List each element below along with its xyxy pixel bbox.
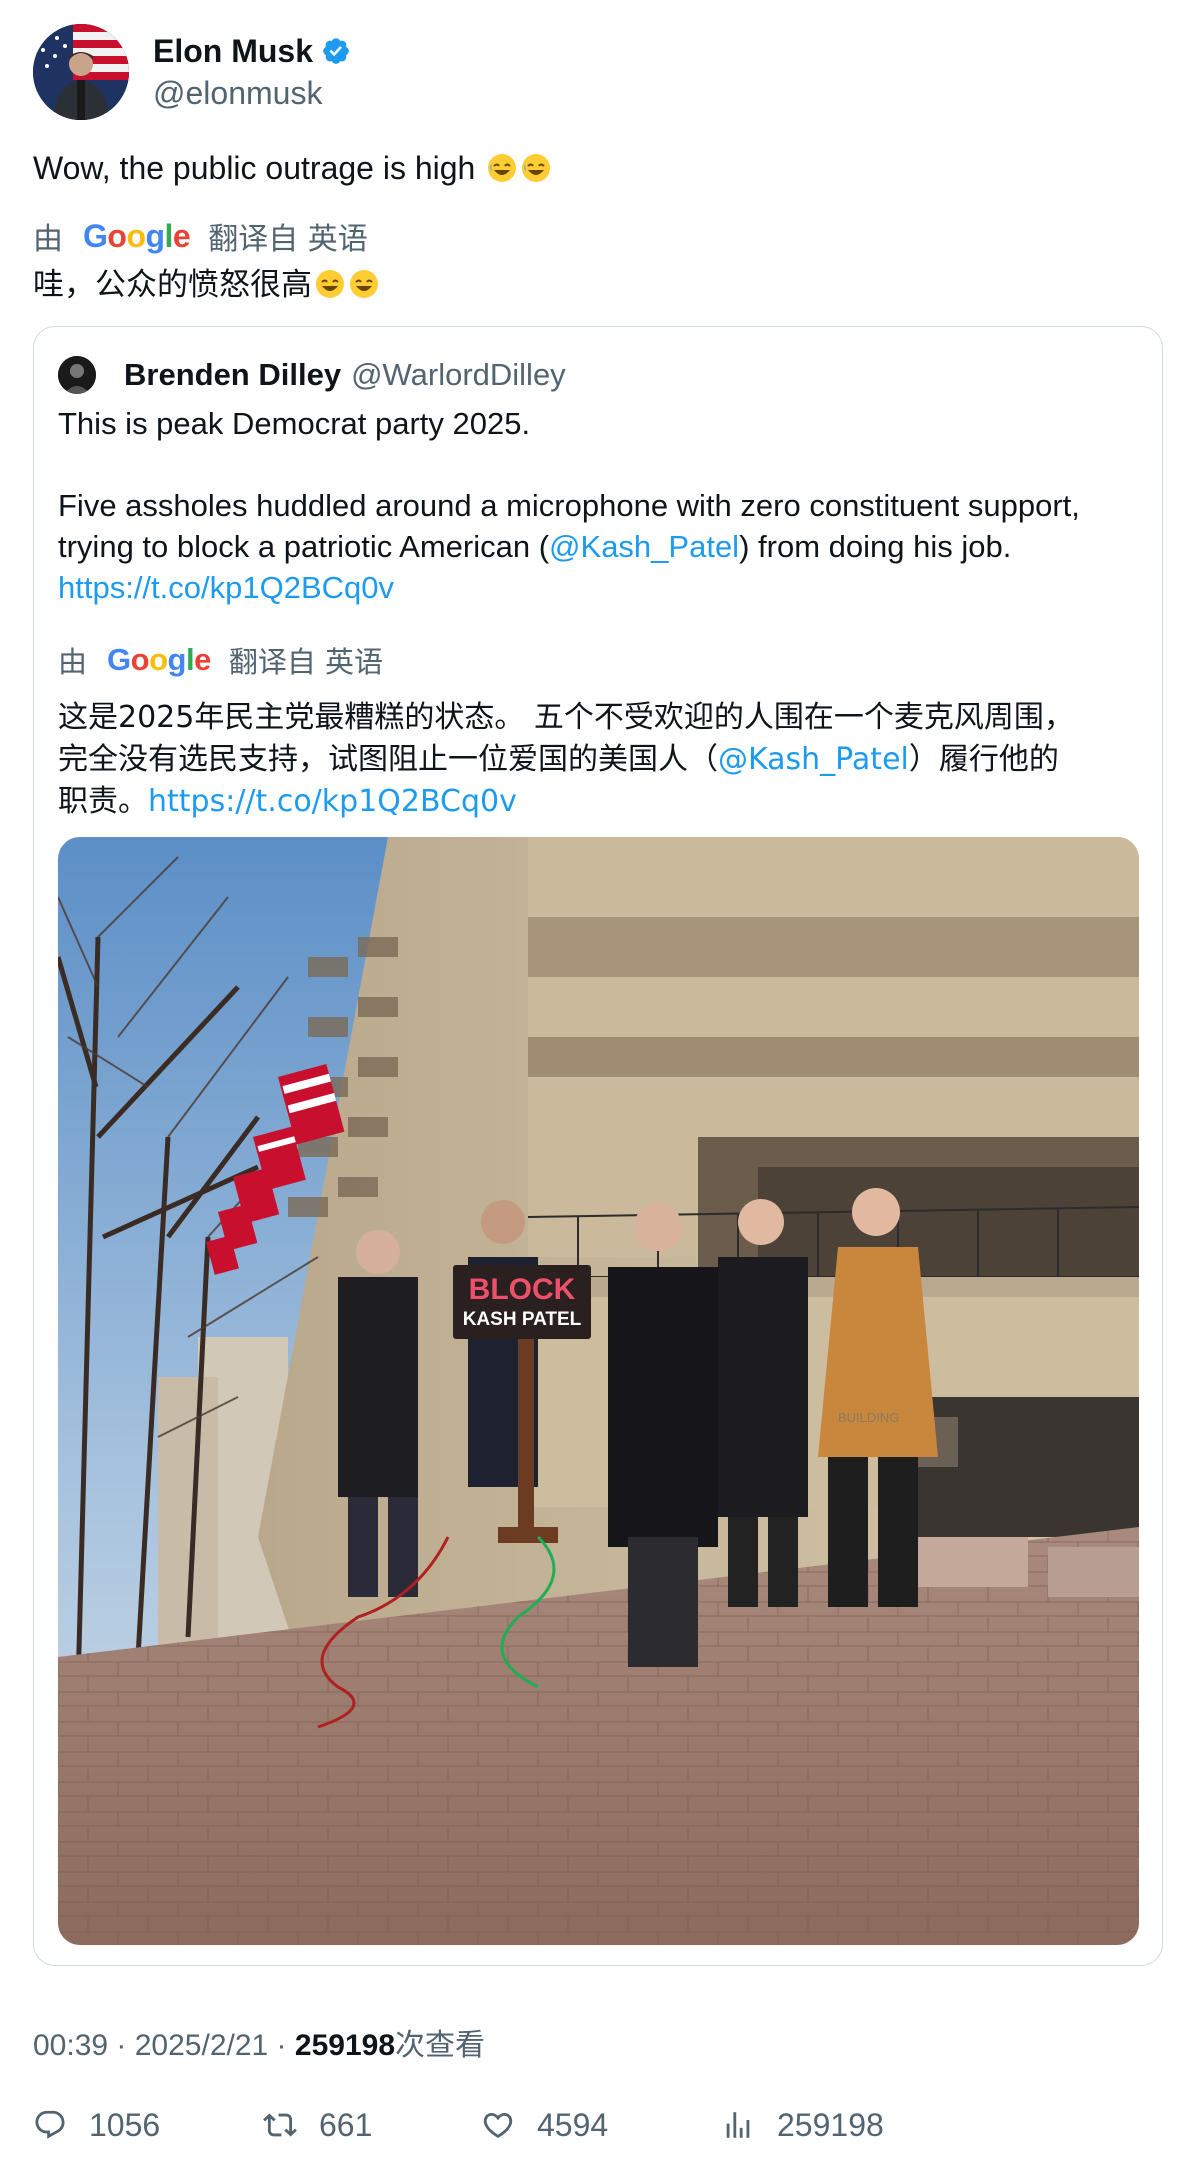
meta-separator: · [268, 2029, 295, 2062]
translated-segment: ）履行他的 [908, 742, 1059, 777]
google-logo-icon: Google [107, 642, 211, 677]
retweet-button[interactable]: 661 [263, 2100, 372, 2150]
like-count: 4594 [537, 2106, 609, 2143]
translated-segment: 完全没有选民支持，试图阻止一位爱国的美国人（ [58, 742, 718, 777]
podium-sign-line1: BLOCK [469, 1273, 576, 1306]
reply-button[interactable]: 1056 [33, 2100, 160, 2150]
tweet-header: Elon Musk @elonmusk [33, 24, 351, 120]
translated-tweet-content: 哇，公众的愤怒很高 [33, 267, 312, 303]
quoted-translated-line: 职责。https://t.co/kp1Q2BCq0v [58, 781, 1148, 823]
quoted-translated-line: 这是2025年民主党最糟糕的状态。 五个不受欢迎的人围在一个麦克风周围， [58, 700, 1074, 735]
google-logo-icon: Google [83, 217, 191, 254]
quoted-translation-attribution[interactable]: 由 Google 翻译自 英语 [58, 639, 383, 681]
laughing-emoji-icon [520, 151, 552, 183]
quoted-text-segment: trying to block a patriotic American ( [58, 529, 550, 564]
tweet-card: Elon Musk @elonmusk Wow, the public outr… [0, 0, 1196, 2166]
retweet-count: 661 [319, 2106, 373, 2143]
tweet-actions: 1056 661 4594 259198 [33, 2100, 1163, 2150]
author-name-row: Elon Musk [153, 31, 351, 71]
mention-link[interactable]: @Kash_Patel [549, 529, 739, 564]
quoted-tweet-text: This is peak Democrat party 2025. Five a… [58, 403, 1148, 608]
analytics-icon [726, 2112, 750, 2138]
heart-icon [483, 2112, 513, 2138]
tweet-text: Wow, the public outrage is high [33, 146, 552, 190]
translation-from-label: 翻译自 英语 [228, 645, 384, 679]
podium-sign-line2: KASH PATEL [463, 1309, 582, 1330]
translation-attribution[interactable]: 由 Google 翻译自 英语 [33, 214, 368, 258]
author-name[interactable]: Elon Musk [153, 31, 313, 71]
quoted-author-avatar[interactable] [58, 356, 96, 394]
tweet-date[interactable]: 2025/2/21 [135, 2029, 268, 2062]
building-sign-text: BUILDING [838, 1410, 899, 1425]
quoted-text-line: Five assholes huddled around a microphon… [58, 488, 1080, 523]
laughing-emoji-icon [486, 151, 518, 183]
quoted-text-segment: ) from doing his job. [739, 529, 1012, 564]
translation-by-label: 由 [58, 645, 88, 679]
laughing-emoji-icon [314, 268, 346, 300]
quoted-tweet[interactable]: Brenden Dilley @WarlordDilley This is pe… [33, 326, 1163, 1966]
view-count-action: 259198 [777, 2106, 884, 2143]
tweet-photo[interactable]: BLOCK KASH PATEL BUILDING [58, 837, 1139, 1945]
quoted-author-handle[interactable]: @WarlordDilley [351, 357, 566, 393]
view-count: 259198 [294, 2029, 395, 2062]
quoted-translated-line: 完全没有选民支持，试图阻止一位爱国的美国人（@Kash_Patel）履行他的 [58, 739, 1148, 781]
quoted-text-line: This is peak Democrat party 2025. [58, 406, 531, 441]
verified-badge-icon[interactable] [321, 36, 351, 66]
retweet-icon [263, 2113, 297, 2137]
views-button[interactable]: 259198 [721, 2100, 884, 2150]
tweet-url-link[interactable]: https://t.co/kp1Q2BCq0v [148, 784, 517, 819]
translated-segment: 职责。 [58, 784, 148, 819]
author-info: Elon Musk @elonmusk [153, 31, 351, 113]
laughing-emoji-icon [348, 268, 380, 300]
reply-count: 1056 [89, 2106, 161, 2143]
like-button[interactable]: 4594 [481, 2100, 608, 2150]
tweet-time[interactable]: 00:39 [33, 2029, 108, 2062]
tweet-meta: 00:39 · 2025/2/21 · 259198次查看 [33, 2020, 485, 2064]
reply-icon [35, 2110, 65, 2139]
quoted-tweet-header: Brenden Dilley @WarlordDilley [58, 353, 566, 397]
quoted-text-line: trying to block a patriotic American (@K… [58, 526, 1148, 567]
meta-separator: · [108, 2029, 135, 2062]
view-count-label: 次查看 [395, 2028, 485, 2063]
translation-by-label: 由 [33, 222, 63, 257]
mention-link[interactable]: @Kash_Patel [718, 742, 909, 777]
author-handle[interactable]: @elonmusk [153, 73, 351, 113]
tweet-text-content: Wow, the public outrage is high [33, 150, 476, 186]
translation-from-label: 翻译自 英语 [208, 222, 368, 257]
translated-tweet-text: 哇，公众的愤怒很高 [33, 264, 380, 307]
quoted-author-name[interactable]: Brenden Dilley [124, 357, 341, 393]
quoted-translated-text: 这是2025年民主党最糟糕的状态。 五个不受欢迎的人围在一个麦克风周围， 完全没… [58, 697, 1148, 823]
tweet-url-link[interactable]: https://t.co/kp1Q2BCq0v [58, 567, 1148, 608]
author-avatar[interactable] [33, 24, 129, 120]
